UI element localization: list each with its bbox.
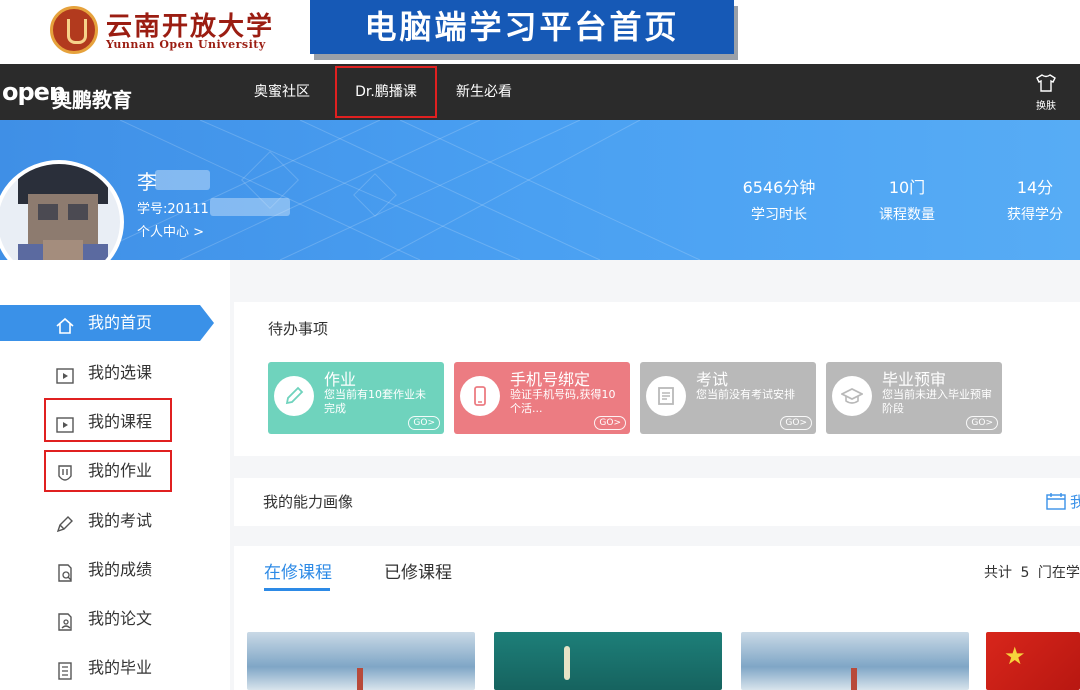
todo-card-title: 考试 bbox=[696, 370, 729, 389]
ability-panel bbox=[234, 478, 1080, 526]
todo-card-title: 作业 bbox=[324, 370, 357, 389]
todo-title: 待办事项 bbox=[268, 320, 329, 338]
sidebar-item-grades[interactable]: 我的成绩 bbox=[0, 552, 200, 588]
stat-value: 10门 bbox=[888, 178, 926, 197]
graduation-cap-icon bbox=[832, 376, 872, 416]
pen-icon bbox=[55, 511, 75, 533]
course-thumbnail-detail bbox=[357, 668, 363, 690]
stat-credits: 14分 获得学分 bbox=[980, 174, 1080, 224]
sidebar-item-label: 我的成绩 bbox=[88, 560, 153, 579]
paper-user-icon bbox=[55, 609, 75, 631]
course-card[interactable] bbox=[741, 632, 969, 690]
course-card[interactable]: ★ bbox=[986, 632, 1080, 690]
university-logo-icon bbox=[50, 6, 98, 54]
sidebar-item-label: 我的论文 bbox=[88, 609, 153, 628]
go-button[interactable]: GO> bbox=[408, 416, 440, 430]
todo-card-desc: 您当前有10套作业未完成 bbox=[324, 388, 426, 415]
skin-button[interactable]: 换肤 bbox=[1032, 74, 1060, 112]
sidebar-item-course-selection[interactable]: 我的选课 bbox=[0, 355, 200, 391]
course-thumbnail-detail bbox=[564, 646, 570, 680]
pencil-icon bbox=[274, 376, 314, 416]
play-square-icon bbox=[55, 363, 75, 384]
todo-card-phone[interactable]: 手机号绑定 验证手机号码,获得10个活... GO> bbox=[454, 362, 630, 434]
list-doc-icon bbox=[55, 658, 75, 680]
student-id-blur bbox=[210, 198, 290, 216]
sidebar-item-exams[interactable]: 我的考试 bbox=[0, 503, 200, 539]
banner-title: 电脑端学习平台首页 bbox=[310, 0, 734, 54]
stat-label: 获得学分 bbox=[1007, 207, 1063, 223]
active-tab-underline bbox=[264, 588, 330, 591]
nav-highlight-box bbox=[335, 66, 437, 118]
homework-highlight-box bbox=[44, 450, 172, 492]
course-count-prefix: 共计 bbox=[984, 565, 1012, 581]
stat-study-time: 6546分钟 学习时长 bbox=[724, 174, 834, 224]
sidebar-item-label: 我的选课 bbox=[88, 363, 153, 382]
document-icon bbox=[646, 376, 686, 416]
sidebar-item-graduation[interactable]: 我的毕业 bbox=[0, 650, 200, 686]
stat-label: 学习时长 bbox=[751, 207, 807, 223]
home-icon bbox=[55, 313, 75, 334]
sidebar-item-label: 我的首页 bbox=[88, 313, 153, 332]
tab-current-courses[interactable]: 在修课程 bbox=[264, 558, 332, 583]
ability-title: 我的能力画像 bbox=[263, 493, 354, 511]
todo-card-desc: 您当前未进入毕业预审阶段 bbox=[882, 388, 992, 415]
todo-card-title: 手机号绑定 bbox=[510, 370, 591, 389]
course-thumbnail-detail bbox=[851, 668, 857, 690]
courses-highlight-box bbox=[44, 398, 172, 442]
shirt-icon bbox=[1032, 74, 1060, 97]
go-button[interactable]: GO> bbox=[966, 416, 998, 430]
nav-item-community[interactable]: 奥蜜社区 bbox=[254, 64, 310, 120]
stat-label: 课程数量 bbox=[879, 207, 935, 223]
personal-center-link[interactable]: 个人中心 > bbox=[137, 221, 204, 240]
sidebar-item-home[interactable]: 我的首页 bbox=[0, 305, 214, 341]
screenshot-root: 云南开放大学 Yunnan Open University 电脑端学习平台首页 … bbox=[0, 0, 1080, 690]
star-icon: ★ bbox=[1004, 642, 1026, 670]
course-count-suffix: 门在学 bbox=[1037, 565, 1080, 581]
top-banner: 云南开放大学 Yunnan Open University 电脑端学习平台首页 bbox=[0, 0, 1080, 64]
todo-card-exam[interactable]: 考试 您当前没有考试安排 GO> bbox=[640, 362, 816, 434]
todo-card-desc: 您当前没有考试安排 bbox=[696, 388, 795, 401]
stat-value: 14分 bbox=[1016, 178, 1054, 197]
course-card[interactable] bbox=[494, 632, 722, 690]
go-button[interactable]: GO> bbox=[780, 416, 812, 430]
sidebar-item-label: 我的毕业 bbox=[88, 658, 153, 677]
stat-value: 6546分钟 bbox=[742, 178, 816, 197]
phone-icon bbox=[460, 376, 500, 416]
calendar-icon[interactable] bbox=[1046, 492, 1066, 514]
top-navbar: open 奥鹏教育 奥蜜社区 Dr.鹏播课 新生必看 换肤 bbox=[0, 64, 1080, 120]
calendar-link-fragment[interactable]: 我 bbox=[1070, 491, 1080, 512]
name-blur bbox=[155, 170, 210, 190]
todo-card-desc: 验证手机号码,获得10个活... bbox=[510, 388, 616, 415]
course-count: 共计 5 门在学 bbox=[984, 562, 1080, 582]
report-icon bbox=[55, 560, 75, 582]
stat-course-count: 10门 课程数量 bbox=[852, 174, 962, 224]
tab-completed-courses[interactable]: 已修课程 bbox=[384, 558, 452, 583]
student-id: 学号:20111 bbox=[137, 202, 209, 217]
user-name: 李 bbox=[137, 170, 157, 194]
todo-card-title: 毕业预审 bbox=[882, 370, 947, 389]
skin-label: 换肤 bbox=[1036, 101, 1056, 112]
nav-item-newcomer[interactable]: 新生必看 bbox=[456, 64, 512, 120]
brand-name[interactable]: 奥鹏教育 bbox=[52, 84, 132, 113]
sidebar-item-thesis[interactable]: 我的论文 bbox=[0, 601, 200, 637]
go-button[interactable]: GO> bbox=[594, 416, 626, 430]
course-card[interactable] bbox=[247, 632, 475, 690]
university-name-en: Yunnan Open University bbox=[106, 38, 266, 51]
todo-card-graduation-review[interactable]: 毕业预审 您当前未进入毕业预审阶段 GO> bbox=[826, 362, 1002, 434]
sidebar-item-label: 我的考试 bbox=[88, 511, 153, 530]
course-count-value: 5 bbox=[1020, 565, 1030, 581]
todo-card-homework[interactable]: 作业 您当前有10套作业未完成 GO> bbox=[268, 362, 444, 434]
